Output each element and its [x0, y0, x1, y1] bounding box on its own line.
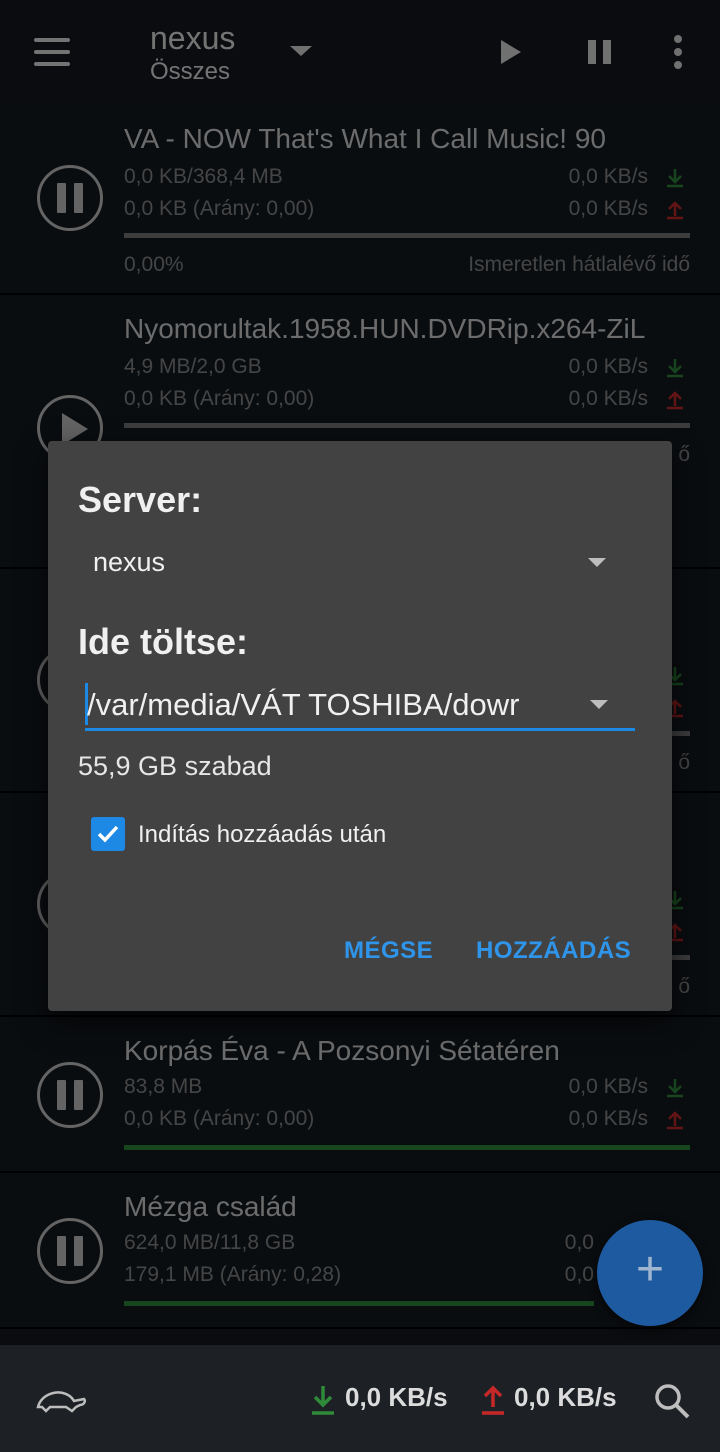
- turtle-icon[interactable]: [32, 1377, 88, 1421]
- download-path-value[interactable]: /var/media/VÁT TOSHIBA/dowr: [87, 687, 563, 723]
- server-label: Server:: [78, 479, 203, 520]
- checkmark-icon: [97, 825, 119, 843]
- plus-icon: +: [635, 1243, 665, 1296]
- start-after-add-label[interactable]: Indítás hozzáadás után: [138, 821, 386, 849]
- bottom-bar: 0,0 KB/s 0,0 KB/s: [0, 1345, 720, 1452]
- upload-arrow-icon: [482, 1385, 504, 1415]
- cancel-button[interactable]: MÉGSE: [344, 937, 433, 965]
- add-button[interactable]: HOZZÁADÁS: [476, 937, 631, 965]
- add-torrent-dialog: Server: nexus Ide töltse: /var/media/VÁT…: [48, 441, 672, 1011]
- server-dropdown[interactable]: nexus: [93, 547, 165, 578]
- add-torrent-button[interactable]: +: [597, 1220, 703, 1326]
- free-space-label: 55,9 GB szabad: [78, 751, 272, 781]
- download-path-input[interactable]: /var/media/VÁT TOSHIBA/dowr: [85, 681, 635, 731]
- chevron-down-icon[interactable]: [588, 558, 606, 567]
- start-after-add-checkbox[interactable]: [91, 817, 125, 851]
- chevron-down-icon[interactable]: [590, 700, 608, 709]
- total-upload-speed: 0,0 KB/s: [514, 1382, 617, 1412]
- download-path-label: Ide töltse:: [78, 621, 249, 662]
- search-icon[interactable]: [652, 1381, 692, 1421]
- total-download-speed: 0,0 KB/s: [345, 1382, 448, 1412]
- download-arrow-icon: [312, 1386, 334, 1415]
